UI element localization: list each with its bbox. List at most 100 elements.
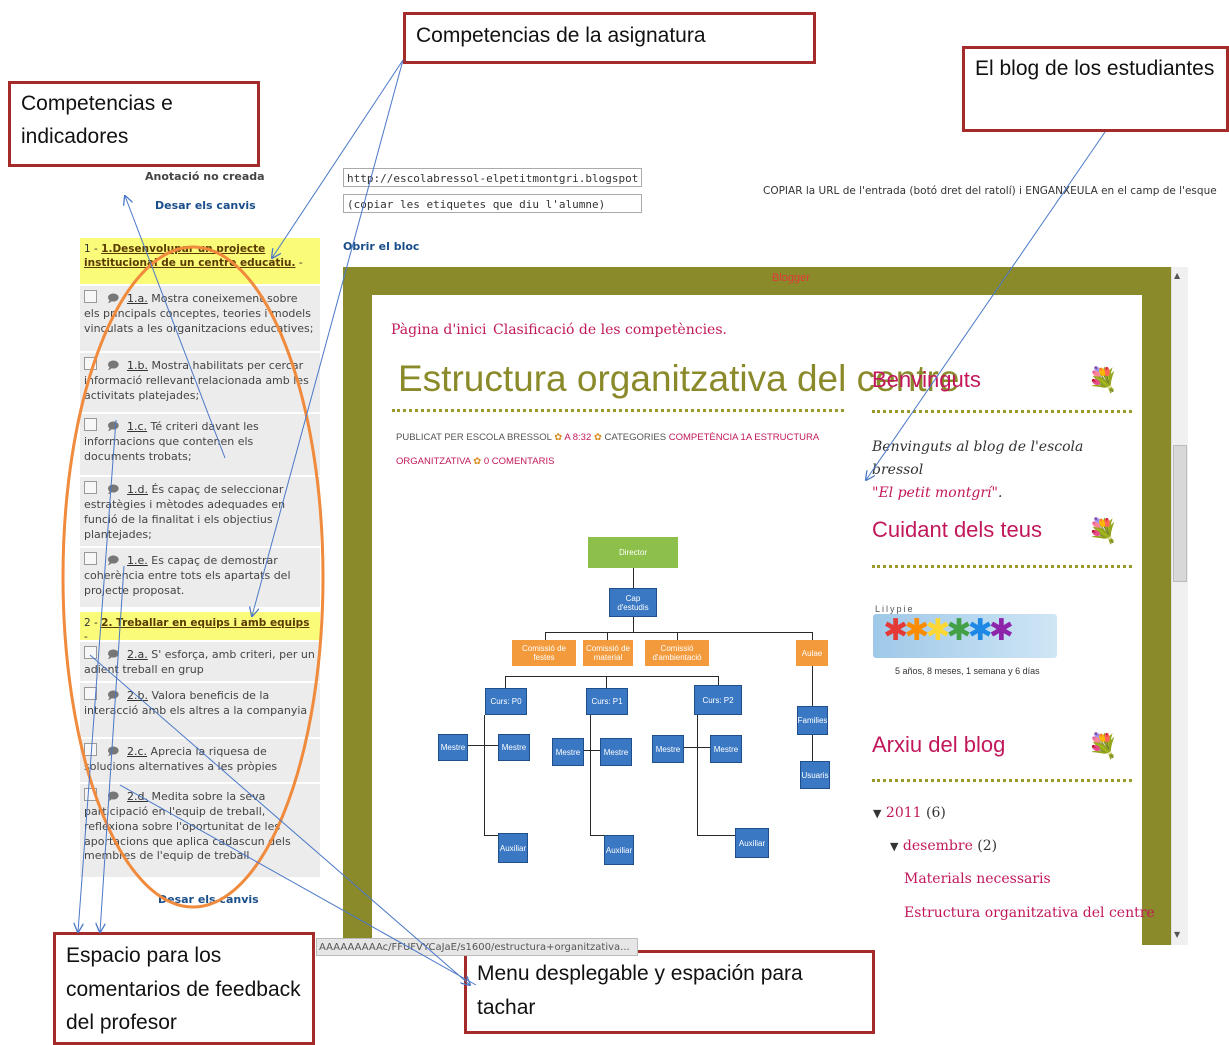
indicator-1c: 🗩 1.c. Té criteri davant les informacions… — [80, 414, 320, 476]
status-url-bar: AAAAAAAAAc/FFUFVYCaJaE/s1600/estructura+… — [316, 938, 638, 956]
archive-post-link[interactable]: Estructura organitzativa del centre — [904, 905, 1155, 921]
indicator-2d: 🗩 2.d. Medita sobre la seva participació … — [80, 784, 320, 878]
org-mestre: Mestre — [552, 738, 584, 766]
org-usuaris: Usuaris — [800, 761, 830, 789]
callout-text: Competencias e indicadores — [21, 92, 173, 148]
org-cap: Cap d'estudis — [609, 588, 657, 617]
callout-competencias-asignatura: Competencias de la asignatura — [403, 12, 816, 64]
org-mestre: Mestre — [498, 734, 530, 761]
blog-name-link[interactable]: "El petit montgrí" — [872, 485, 998, 501]
open-blog-link[interactable]: Obrir el bloc — [343, 240, 419, 253]
comment-bubble-icon[interactable]: 🗩 — [107, 359, 119, 374]
org-auxiliar: Auxiliar — [735, 828, 769, 858]
scroll-thumb[interactable] — [1173, 445, 1187, 582]
flower-decoration-icon: 💐 — [1088, 517, 1118, 545]
post-time-link[interactable]: A 8:32 — [564, 432, 591, 443]
scroll-up-icon[interactable]: ▲ — [1174, 271, 1180, 280]
callout-text: El blog de los estudiantes — [975, 57, 1215, 80]
comment-bubble-icon[interactable]: 🗩 — [107, 420, 119, 435]
welcome-title: Benvinguts — [872, 367, 981, 392]
indicator-checkbox[interactable] — [84, 290, 97, 303]
org-curs-p2: Curs: P2 — [694, 685, 742, 715]
callout-espacio-comentarios: Espacio para los comentarios de feedback… — [53, 932, 315, 1045]
welcome-divider — [872, 410, 1132, 413]
nav-home-link[interactable]: Pàgina d'inici — [391, 322, 487, 338]
category-link[interactable]: ORGANITZATIVA — [396, 456, 471, 467]
competence-1-header: 1 - 1.Desenvolupar un projecte instituci… — [80, 238, 320, 284]
comment-bubble-icon[interactable]: 🗩 — [107, 745, 119, 760]
org-families: Families — [797, 706, 828, 735]
instruction-text: COPIAR la URL de l'entrada (botó dret de… — [763, 185, 1217, 197]
arrow-competencias-asignatura-2 — [272, 59, 404, 258]
indicator-1d: 🗩 1.d. És capaç de seleccionar estratègie… — [80, 477, 320, 547]
save-changes-top-button[interactable]: Desar els canvis — [155, 199, 256, 212]
indicator-2c: 🗩 2.c. Aprecia la riquesa de solucions al… — [80, 739, 320, 783]
callout-menu-desplegable: Menu desplegable y espación para tachar — [464, 950, 875, 1034]
flower-bullet-icon: ✿ — [554, 432, 563, 443]
caret-down-icon[interactable]: ▼ — [890, 840, 898, 853]
blog-url-input[interactable]: http://escolabressol-elpetitmontgri.blog… — [343, 168, 642, 187]
indicator-1a: 🗩 1.a. Mostra coneixement sobre els princ… — [80, 286, 320, 352]
indicator-checkbox[interactable] — [84, 788, 97, 801]
indicator-1b: 🗩 1.b. Mostra habilitats per cercar infor… — [80, 353, 320, 413]
indicator-2b: 🗩 2.b. Valora beneficis de la interacció … — [80, 683, 320, 738]
archive-post-link[interactable]: Materials necessaris — [904, 871, 1051, 887]
archive-month[interactable]: ▼ desembre (2) — [890, 838, 997, 854]
org-mestre: Mestre — [438, 734, 468, 761]
caret-down-icon[interactable]: ▼ — [873, 807, 881, 820]
comment-bubble-icon[interactable]: 🗩 — [107, 292, 119, 307]
callout-blog-estudiantes: El blog de los estudiantes — [962, 46, 1229, 132]
org-aulae: Aulae — [796, 640, 828, 666]
blogger-label[interactable]: Blogger — [772, 272, 810, 284]
comment-bubble-icon[interactable]: 🗩 — [107, 689, 119, 704]
archive-year[interactable]: ▼ 2011 (6) — [873, 805, 946, 821]
indicator-checkbox[interactable] — [84, 552, 97, 565]
annotation-status: Anotació no creada — [145, 170, 265, 183]
cuidant-divider — [872, 565, 1132, 568]
org-curs-p1: Curs: P1 — [586, 688, 628, 715]
indicator-checkbox[interactable] — [84, 646, 97, 659]
archive-title: Arxiu del blog — [872, 732, 1006, 757]
flower-decoration-icon: 💐 — [1088, 732, 1118, 760]
save-changes-bottom-button[interactable]: Desar els canvis — [158, 893, 259, 906]
indicator-checkbox[interactable] — [84, 687, 97, 700]
flower-decoration-icon: 💐 — [1088, 366, 1118, 394]
indicator-checkbox[interactable] — [84, 743, 97, 756]
org-auxiliar: Auxiliar — [498, 833, 528, 863]
org-auxiliar: Auxiliar — [604, 835, 634, 865]
competence-2-header: 2 - 2. Treballar en equips i amb equips … — [80, 612, 320, 643]
competence-1-link[interactable]: 1.Desenvolupar un projecte institucional… — [84, 243, 296, 269]
post-meta-line-1: PUBLICAT PER ESCOLA BRESSOL ✿ A 8:32 ✿ C… — [396, 432, 820, 443]
indicator-checkbox[interactable] — [84, 418, 97, 431]
indicator-2a: 🗩 2.a. S' esforça, amb criteri, per un ad… — [80, 642, 320, 682]
cuidant-title: Cuidant dels teus — [872, 517, 1042, 542]
archive-divider — [872, 779, 1132, 782]
competence-2-link[interactable]: 2. Treballar en equips i amb equips — [101, 617, 309, 629]
org-mestre: Mestre — [652, 735, 684, 763]
nav-classification-link[interactable]: Clasificació de les competències. — [493, 322, 727, 338]
flower-bullet-icon: ✿ — [473, 456, 482, 467]
comment-bubble-icon[interactable]: 🗩 — [107, 483, 119, 498]
category-link[interactable]: COMPETÈNCIA 1A ESTRUCTURA — [669, 432, 819, 443]
post-meta-line-2: ORGANITZATIVA ✿ 0 COMENTARIS — [396, 456, 554, 467]
indicator-checkbox[interactable] — [84, 357, 97, 370]
comments-link[interactable]: 0 COMENTARIS — [484, 456, 555, 467]
lilypie-ticker[interactable]: Lilypie ✱✱✱✱✱✱ 5 años, 8 meses, 1 semana… — [873, 602, 1057, 680]
org-mestre: Mestre — [600, 738, 632, 766]
scroll-down-icon[interactable]: ▼ — [1174, 930, 1180, 939]
org-mestre: Mestre — [710, 735, 742, 763]
org-comissio-festes: Comissió de festes — [512, 640, 576, 666]
indicator-1e: 🗩 1.e. Es capaç de demostrar coherència e… — [80, 548, 320, 608]
comment-bubble-icon[interactable]: 🗩 — [107, 554, 119, 569]
comment-bubble-icon[interactable]: 🗩 — [107, 648, 119, 663]
blog-scrollbar[interactable] — [1171, 267, 1188, 945]
org-comissio-ambientacio: Comissió d'ambientació — [645, 640, 709, 666]
indicator-checkbox[interactable] — [84, 481, 97, 494]
title-underline — [392, 409, 844, 412]
comment-bubble-icon[interactable]: 🗩 — [107, 790, 119, 805]
org-comissio-material: Comissió de material — [583, 640, 633, 666]
callout-text: Menu desplegable y espación para tachar — [477, 962, 803, 1019]
org-curs-p0: Curs: P0 — [485, 688, 527, 715]
callout-text: Competencias de la asignatura — [416, 24, 706, 47]
tags-input[interactable]: (copiar les etiquetes que diu l'alumne) — [343, 194, 642, 213]
